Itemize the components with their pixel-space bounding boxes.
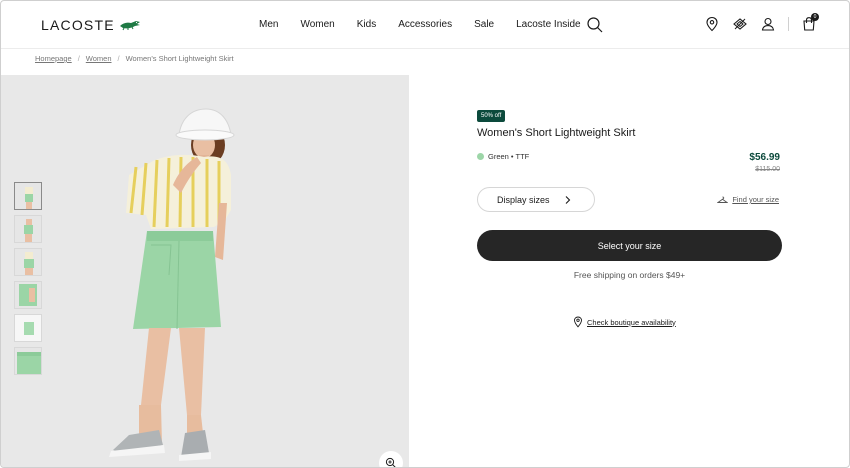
thumbnail[interactable] <box>14 248 42 276</box>
display-sizes-label: Display sizes <box>497 194 550 205</box>
thumbnail[interactable] <box>14 347 42 375</box>
cart-button[interactable]: 0 <box>801 13 819 32</box>
price-block: $56.99 $115.00 <box>749 152 780 173</box>
product-title: Women's Short Lightweight Skirt <box>477 127 636 139</box>
location-pin-icon <box>574 316 582 328</box>
find-your-size-label: Find your size <box>732 195 779 204</box>
gift-icon[interactable] <box>732 16 748 32</box>
nav-kids[interactable]: Kids <box>357 19 376 30</box>
location-pin-icon[interactable] <box>704 16 720 32</box>
cart-count-badge: 0 <box>811 13 819 21</box>
product-gallery[interactable] <box>1 75 409 467</box>
site-header: LACOSTE Men Women Kids Accessories Sale … <box>1 1 849 49</box>
check-boutique-link[interactable]: Check boutique availability <box>573 316 676 328</box>
color-name: Green • TTF <box>488 152 530 161</box>
discount-badge: 50% off <box>477 110 506 122</box>
nav-lacoste-inside[interactable]: Lacoste Inside <box>516 19 581 30</box>
thumbnail[interactable] <box>14 182 42 210</box>
nav-women[interactable]: Women <box>300 19 334 30</box>
zoom-icon <box>385 457 396 467</box>
thumbnail[interactable] <box>14 314 42 342</box>
thumbnail[interactable] <box>14 215 42 243</box>
main-nav: Men Women Kids Accessories Sale Lacoste … <box>259 19 581 30</box>
color-swatch <box>477 153 484 160</box>
current-price: $56.99 <box>749 152 780 163</box>
thumbnail[interactable] <box>14 281 42 309</box>
nav-men[interactable]: Men <box>259 19 278 30</box>
nav-sale[interactable]: Sale <box>474 19 494 30</box>
color-selector[interactable]: Green • TTF <box>477 152 529 161</box>
breadcrumb-separator: / <box>77 54 80 63</box>
page-frame: LACOSTE Men Women Kids Accessories Sale … <box>0 0 850 468</box>
account-icon[interactable] <box>760 16 776 32</box>
original-price: $115.00 <box>755 166 780 173</box>
shipping-note: Free shipping on orders $49+ <box>573 270 686 280</box>
breadcrumb-home[interactable]: Homepage <box>35 54 72 63</box>
zoom-button[interactable] <box>379 451 403 467</box>
logo-text: LACOSTE <box>41 17 115 33</box>
product-main-image <box>1 75 409 467</box>
header-icons: 0 <box>704 13 819 32</box>
breadcrumb-separator: / <box>117 54 120 63</box>
display-sizes-button[interactable]: Display sizes <box>477 187 595 212</box>
check-boutique-label: Check boutique availability <box>587 317 676 327</box>
chevron-right-icon <box>565 196 571 204</box>
lacoste-logo[interactable]: LACOSTE <box>41 17 141 33</box>
search-icon[interactable] <box>586 16 604 34</box>
breadcrumb: Homepage / Women / Women's Short Lightwe… <box>35 54 234 63</box>
breadcrumb-current: Women's Short Lightweight Skirt <box>125 54 234 63</box>
select-size-button[interactable]: Select your size <box>477 230 782 261</box>
find-your-size-link[interactable]: Find your size <box>717 195 779 204</box>
lacoste-crocodile-icon <box>119 21 140 31</box>
thumbnail-strip <box>14 182 42 375</box>
hanger-icon <box>717 196 729 203</box>
nav-accessories[interactable]: Accessories <box>398 19 452 30</box>
header-divider <box>788 17 789 31</box>
breadcrumb-women[interactable]: Women <box>86 54 112 63</box>
